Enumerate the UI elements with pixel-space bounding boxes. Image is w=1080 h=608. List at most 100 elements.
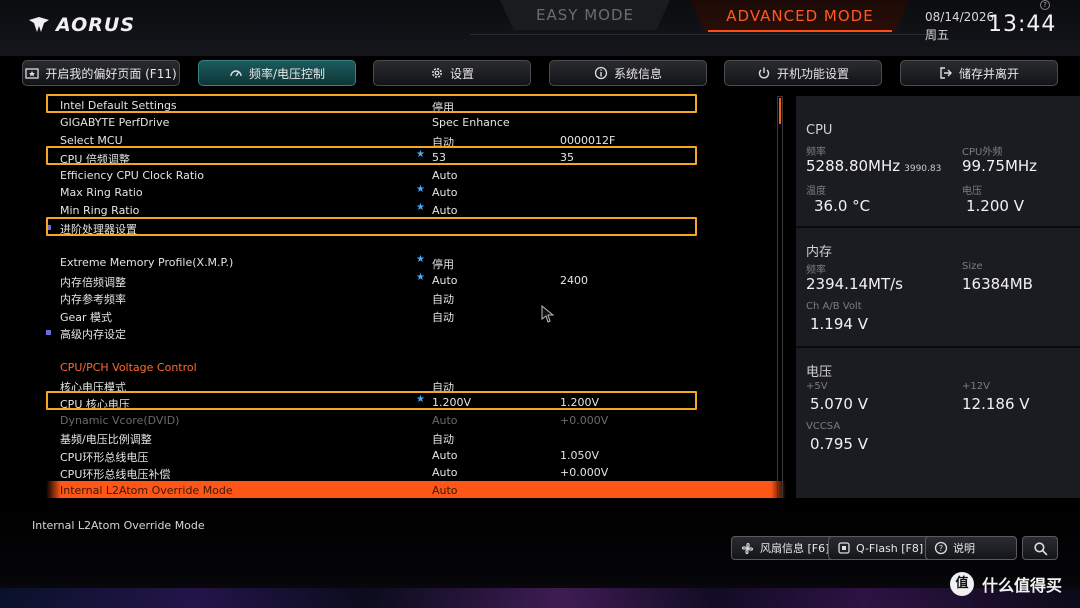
help-button[interactable]: ? 说明 — [925, 536, 1017, 560]
setting-current-value: 35 — [560, 151, 574, 164]
advanced-mode-button[interactable]: ADVANCED MODE — [690, 0, 910, 32]
tab-boot[interactable]: 开机功能设置 — [724, 60, 882, 86]
submenu-item[interactable]: 高级内存设定 — [46, 323, 786, 341]
favorite-star-icon[interactable]: ★ — [416, 254, 425, 265]
settings-list: Intel Default Settings 停用 GIGABYTE PerfDri… — [26, 92, 786, 500]
mem-freq-label: 频率 — [806, 265, 826, 276]
v12-label: +12V — [962, 381, 990, 392]
setting-row[interactable]: Efficiency CPU Clock Ratio Auto — [46, 166, 786, 183]
mem-size-value: 16384MB — [962, 275, 1033, 293]
cpu-freq-main: 5288.80MHz — [806, 157, 901, 175]
watermark-badge: 值 — [950, 572, 974, 596]
tab-settings[interactable]: 设置 — [373, 60, 531, 86]
setting-name: 高级内存设定 — [60, 328, 126, 341]
help-circle-icon[interactable]: ? — [1040, 0, 1050, 10]
setting-row[interactable]: 基频/电压比例调整 自动 — [46, 428, 786, 446]
divider — [796, 346, 1080, 348]
v12-value: 12.186 V — [962, 395, 1030, 413]
fan-info-button[interactable]: 风扇信息 [F6] — [731, 536, 839, 560]
mode-switcher: EASY MODE ADVANCED MODE — [470, 0, 930, 38]
setting-row[interactable]: Dynamic Vcore(DVID) Auto +0.000V — [46, 411, 786, 428]
submenu-item[interactable]: 进阶处理器设置 — [46, 218, 786, 236]
tab-system-info[interactable]: 系统信息 — [549, 60, 707, 86]
setting-row[interactable]: 内存倍频调整 ★ Auto 2400 — [46, 271, 786, 289]
favorite-star-icon[interactable]: ★ — [416, 184, 425, 195]
setting-row[interactable]: Intel Default Settings 停用 — [46, 96, 786, 114]
favorite-star-icon[interactable]: ★ — [416, 272, 425, 283]
setting-row[interactable]: 内存参考频率 自动 — [46, 288, 786, 306]
svg-text:?: ? — [939, 544, 943, 553]
setting-row[interactable]: Internal L2Atom Override Mode Auto — [46, 481, 786, 498]
mouse-cursor-icon — [541, 305, 555, 323]
setting-name: Efficiency CPU Clock Ratio — [60, 169, 204, 182]
setting-row[interactable]: Gear 模式 自动 — [46, 306, 786, 324]
cpu-ext-value: 99.75MHz — [962, 157, 1038, 175]
setting-name: 内存参考频率 — [60, 293, 126, 306]
tab-favorites[interactable]: 开启我的偏好页面 (F11) — [22, 60, 180, 86]
setting-current-value: +0.000V — [560, 414, 609, 427]
info-icon — [594, 66, 608, 80]
setting-current-value: +0.000V — [560, 466, 609, 479]
cpu-temp-value: 36.0 °C — [814, 197, 871, 215]
favorite-star-icon[interactable]: ★ — [416, 394, 425, 405]
mem-chab-label: Ch A/B Volt — [806, 301, 862, 312]
vccsa-value: 0.795 V — [810, 435, 868, 453]
setting-current-value: 1.200V — [560, 396, 600, 409]
easy-mode-button[interactable]: EASY MODE — [500, 0, 670, 30]
tab-save-exit[interactable]: 储存并离开 — [900, 60, 1058, 86]
cpu-temp-label: 温度 — [806, 186, 826, 197]
setting-row[interactable]: CPU环形总线电压补偿 Auto +0.000V — [46, 463, 786, 481]
setting-name: 进阶处理器设置 — [60, 223, 137, 236]
bottom-bar: Internal L2Atom Override Mode 风扇信息 [F6] … — [0, 500, 1080, 608]
search-icon — [1033, 541, 1048, 556]
setting-value: Auto — [432, 466, 458, 479]
setting-name: CPU/PCH Voltage Control — [60, 361, 197, 374]
vccsa-label: VCCSA — [806, 421, 841, 432]
setting-row[interactable]: Select MCU 自动 0000012F — [46, 131, 786, 149]
setting-row[interactable]: Extreme Memory Profile(X.M.P.) ★ 停用 — [46, 253, 786, 271]
exit-icon — [940, 67, 952, 79]
search-button[interactable] — [1022, 536, 1058, 560]
cpu-volt-value: 1.200 V — [966, 197, 1024, 215]
setting-value: Auto — [432, 414, 458, 427]
tab-freq-voltage[interactable]: 频率/电压控制 — [198, 60, 356, 86]
setting-name: Max Ring Ratio — [60, 186, 143, 199]
item-help-text: Internal L2Atom Override Mode — [32, 519, 205, 532]
gear-icon — [431, 68, 442, 78]
setting-name: Internal L2Atom Override Mode — [60, 484, 233, 497]
aorus-logo: AORUS — [28, 12, 135, 38]
tab-label: 储存并离开 — [958, 66, 1019, 81]
cpu-freq-value: 5288.80MHz 3990.83 — [806, 157, 941, 175]
watermark: 值 什么值得买 — [950, 572, 1062, 596]
setting-value: 1.200V — [432, 396, 472, 409]
main-tabs: 开启我的偏好页面 (F11) 频率/电压控制 设置 系统信息 开机功能设置 储存… — [0, 60, 1080, 88]
tab-label: 设置 — [449, 66, 474, 81]
favorite-star-icon[interactable]: ★ — [416, 149, 425, 160]
setting-row[interactable]: 核心电压模式 自动 — [46, 376, 786, 394]
help-icon: ? — [934, 541, 948, 555]
setting-value: 停用 — [432, 258, 454, 271]
mem-chab-value: 1.194 V — [810, 315, 868, 333]
setting-value: 自动 — [432, 293, 454, 306]
gauge-icon — [230, 70, 242, 77]
setting-row[interactable]: CPU环形总线电压 Auto 1.050V — [46, 446, 786, 464]
submenu-bullet-icon — [46, 225, 51, 230]
setting-row[interactable]: Min Ring Ratio ★ Auto — [46, 201, 786, 218]
qflash-button[interactable]: Q-Flash [F8] — [828, 536, 933, 560]
setting-value: 53 — [432, 151, 446, 164]
setting-row[interactable]: CPU 倍频调整 ★ 53 35 — [46, 148, 786, 166]
bottom-glow-strip — [0, 588, 1080, 608]
setting-current-value: 2400 — [560, 274, 588, 287]
setting-row[interactable]: CPU 核心电压 ★ 1.200V 1.200V — [46, 393, 786, 411]
setting-row[interactable]: Max Ring Ratio ★ Auto — [46, 183, 786, 200]
voltage-title: 电压 — [806, 365, 833, 380]
scrollbar-thumb[interactable] — [779, 98, 781, 124]
brand-name: AORUS — [56, 14, 136, 36]
setting-value: Spec Enhance — [432, 116, 510, 129]
qflash-chip-icon — [838, 542, 850, 554]
settings-scrollbar[interactable] — [777, 96, 783, 498]
cpu-volt-label: 电压 — [962, 186, 982, 197]
favorite-star-icon[interactable]: ★ — [416, 202, 425, 213]
setting-row[interactable]: GIGABYTE PerfDrive Spec Enhance — [46, 113, 786, 130]
setting-value: Auto — [432, 449, 458, 462]
